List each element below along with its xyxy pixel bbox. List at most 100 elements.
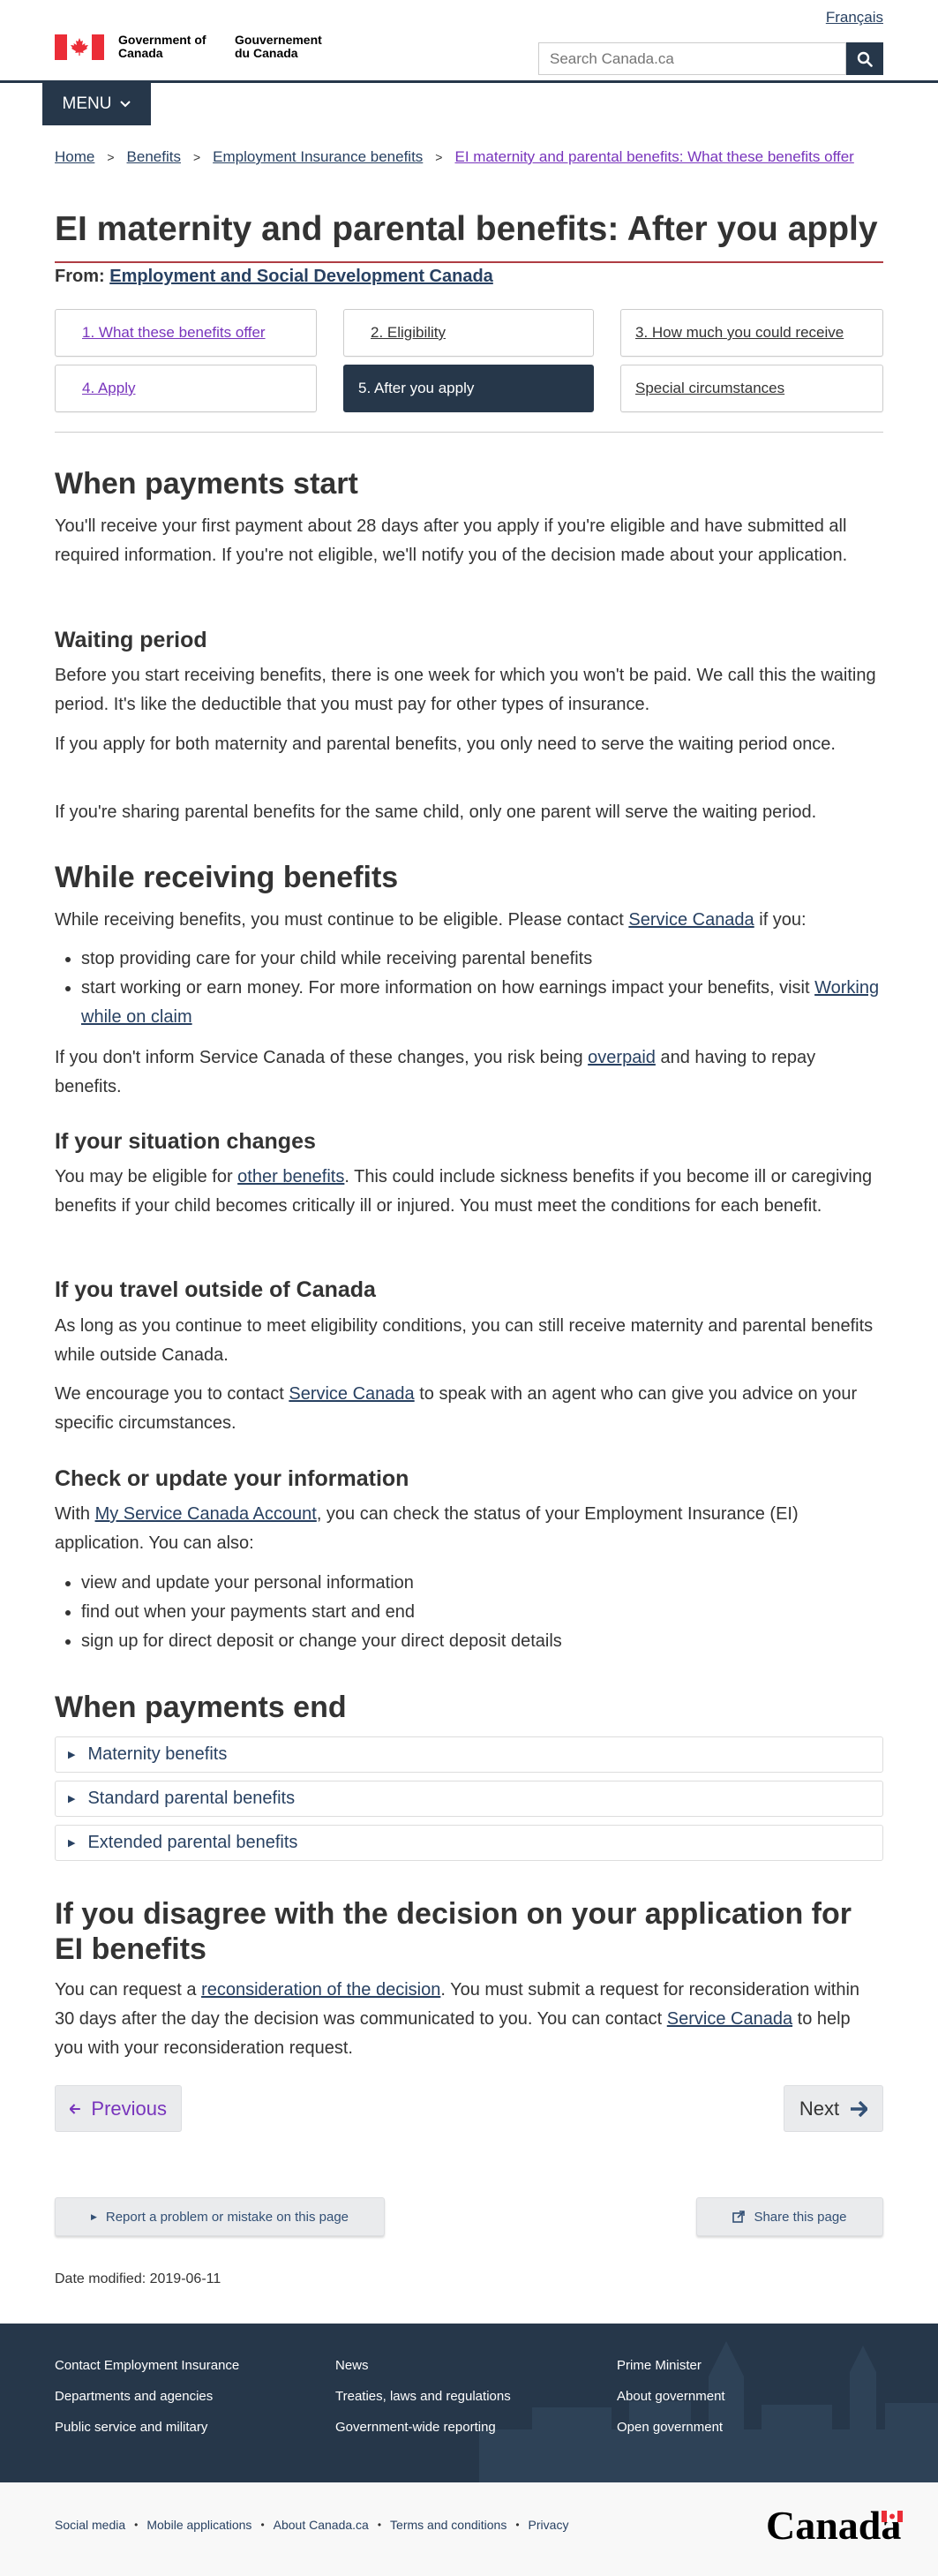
canada-wordmark-logo: Canada [766, 2503, 904, 2548]
heading-while-receiving-benefits: While receiving benefits [55, 861, 399, 894]
step-link[interactable]: 1. What these benefits offer [82, 324, 266, 342]
search-button[interactable] [846, 42, 883, 75]
search-icon [857, 51, 873, 67]
details-extended-parental-benefits[interactable]: ▶ Extended parental benefits [55, 1825, 883, 1861]
list-item: find out when your payments start and en… [81, 1598, 883, 1627]
site-search [538, 42, 883, 75]
heading-when-payments-start: When payments start [55, 467, 358, 501]
menu-label: MENU [62, 94, 112, 113]
footer-sub-link[interactable]: About Canada.ca [274, 2518, 369, 2532]
list-item: sign up for direct deposit or change you… [81, 1627, 883, 1656]
details-summary: Standard parental benefits [87, 1789, 296, 1808]
other-benefits-link[interactable]: other benefits [237, 1167, 344, 1186]
share-icon [732, 2211, 746, 2223]
page-title: EI maternity and parental benefits: Afte… [55, 210, 883, 263]
next-button[interactable]: Next [784, 2085, 883, 2132]
step-link[interactable]: 3. How much you could receive [635, 324, 844, 342]
footer-main: Contact Employment Insurance Departments… [0, 2324, 938, 2482]
service-canada-link[interactable]: Service Canada [628, 910, 754, 930]
footer-link[interactable]: About government [617, 2381, 725, 2412]
footer-column-3: Prime Minister About government Open gov… [617, 2350, 725, 2443]
expand-triangle-icon: ▶ [68, 1750, 76, 1760]
service-canada-link[interactable]: Service Canada [667, 2009, 792, 2029]
travel-text-2: We encourage you to contact Service Cana… [55, 1384, 858, 1433]
government-signature[interactable]: Government of Canada Gouvernement du Can… [55, 34, 332, 60]
payments-start-text: You'll receive your first payment about … [55, 516, 848, 565]
travel-text-1: As long as you continue to meet eligibil… [55, 1316, 874, 1365]
from-label: From: [55, 267, 105, 286]
heading-travel-outside-canada: If you travel outside of Canada [55, 1277, 376, 1302]
previous-button[interactable]: Previous [55, 2085, 182, 2132]
heading-when-payments-end: When payments end [55, 1691, 347, 1724]
situation-text: You may be eligible for other benefits. … [55, 1167, 873, 1216]
details-maternity-benefits[interactable]: ▶ Maternity benefits [55, 1736, 883, 1773]
details-summary: Extended parental benefits [87, 1833, 298, 1852]
share-page-button[interactable]: Share this page [696, 2197, 883, 2236]
breadcrumb-separator-icon: > [192, 150, 201, 164]
search-input[interactable] [538, 42, 846, 75]
step-how-much-you-could-receive[interactable]: 3. How much you could receive [620, 309, 883, 357]
footer-link[interactable]: Prime Minister [617, 2350, 725, 2381]
menu-button[interactable]: MENU [41, 83, 151, 125]
footer-column-2: News Treaties, laws and regulations Gove… [335, 2350, 511, 2443]
waiting-text-2: If you apply for both maternity and pare… [55, 734, 836, 754]
breadcrumb-maternity-parental[interactable]: EI maternity and parental benefits: What… [454, 148, 853, 166]
receiving-conditions-list: stop providing care for your child while… [55, 945, 883, 1032]
footer-sub-link[interactable]: Social media [55, 2518, 125, 2532]
steps-divider [55, 432, 883, 433]
expand-triangle-icon: ▶ [68, 1838, 76, 1849]
list-item: stop providing care for your child while… [81, 945, 883, 974]
step-link[interactable]: Special circumstances [635, 380, 784, 397]
arrow-right-icon [851, 2100, 868, 2117]
check-options-list: view and update your personal informatio… [55, 1569, 883, 1656]
footer-sub-link[interactable]: Privacy [529, 2518, 569, 2532]
step-current-label: 5. After you apply [358, 380, 475, 396]
step-apply[interactable]: 4. Apply [55, 365, 317, 412]
footer-link[interactable]: Treaties, laws and regulations [335, 2381, 511, 2412]
disagree-text: You can request a reconsideration of the… [55, 1980, 860, 2058]
footer-column-1: Contact Employment Insurance Departments… [55, 2350, 239, 2443]
step-eligibility[interactable]: 2. Eligibility [343, 309, 594, 357]
footer-link[interactable]: Departments and agencies [55, 2381, 239, 2412]
previous-label: Previous [91, 2097, 167, 2120]
list-item: view and update your personal informatio… [81, 1569, 883, 1598]
my-service-canada-account-link[interactable]: My Service Canada Account [95, 1504, 317, 1524]
breadcrumb-home[interactable]: Home [55, 148, 94, 166]
next-label: Next [799, 2097, 840, 2120]
overpaid-link[interactable]: overpaid [588, 1048, 656, 1067]
footer-link[interactable]: News [335, 2350, 511, 2381]
expand-triangle-icon: ▶ [68, 1794, 76, 1804]
waiting-text-1: Before you start receiving benefits, the… [55, 666, 876, 714]
step-link[interactable]: 4. Apply [82, 380, 136, 397]
from-department-link[interactable]: Employment and Social Development Canada [109, 267, 493, 286]
breadcrumb-separator-icon: > [107, 150, 115, 164]
details-standard-parental-benefits[interactable]: ▶ Standard parental benefits [55, 1781, 883, 1817]
footer-sub-link[interactable]: Terms and conditions [390, 2518, 507, 2532]
arrow-left-icon [70, 2103, 80, 2114]
wordmark-flag-icon [882, 2511, 904, 2522]
signature-english: Government of Canada [118, 33, 206, 60]
chevron-down-icon [120, 101, 131, 108]
footer-link[interactable]: Government-wide reporting [335, 2412, 511, 2443]
step-what-these-benefits-offer[interactable]: 1. What these benefits offer [55, 309, 317, 357]
footer-link[interactable]: Open government [617, 2412, 725, 2443]
footer-sub: Social media • Mobile applications • About… [0, 2482, 938, 2576]
footer-link[interactable]: Contact Employment Insurance [55, 2350, 239, 2381]
breadcrumb-ei-benefits[interactable]: Employment Insurance benefits [213, 148, 423, 166]
reconsideration-link[interactable]: reconsideration of the decision [201, 1980, 440, 2000]
footer-sub-links: Social media • Mobile applications • About… [55, 2518, 569, 2532]
receiving-intro: While receiving benefits, you must conti… [55, 910, 807, 930]
step-special-circumstances[interactable]: Special circumstances [620, 365, 883, 412]
language-toggle-link[interactable]: Français [826, 9, 883, 26]
footer-sub-link[interactable]: Mobile applications [146, 2518, 251, 2532]
check-text: With My Service Canada Account, you can … [55, 1504, 799, 1553]
waiting-text-3: If you're sharing parental benefits for … [55, 802, 817, 822]
date-modified: Date modified: 2019-06-11 [55, 2271, 221, 2286]
footer-link[interactable]: Public service and military [55, 2412, 239, 2443]
breadcrumb-benefits[interactable]: Benefits [127, 148, 181, 166]
heading-if-you-disagree: If you disagree with the decision on you… [55, 1897, 852, 1966]
service-canada-link[interactable]: Service Canada [289, 1384, 414, 1404]
report-problem-button[interactable]: ▶ Report a problem or mistake on this pa… [55, 2197, 385, 2236]
signature-french: Gouvernement du Canada [235, 33, 322, 60]
step-link[interactable]: 2. Eligibility [371, 324, 446, 342]
